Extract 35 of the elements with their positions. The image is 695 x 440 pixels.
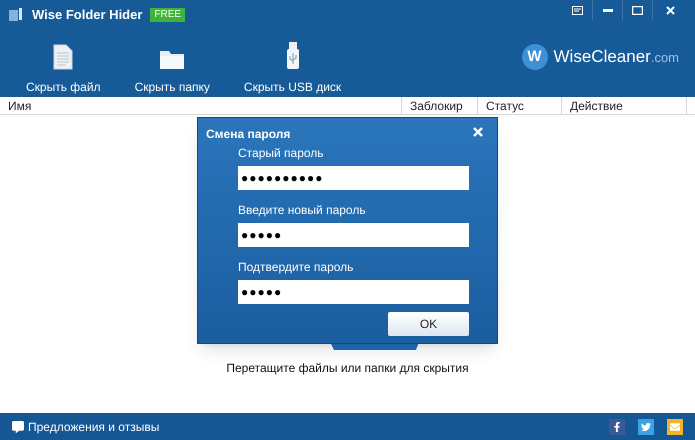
password-field[interactable]: ●●●●●●●●●● bbox=[238, 166, 469, 190]
toolbar-button[interactable]: Скрыть файл bbox=[26, 30, 101, 96]
feedback-link[interactable]: Предложения и отзывы bbox=[28, 418, 160, 436]
free-badge: FREE bbox=[150, 8, 186, 22]
usb-drive-icon bbox=[286, 42, 300, 70]
close-icon bbox=[666, 6, 674, 14]
app-icon bbox=[8, 7, 24, 23]
logo-text: WiseCleaner.com bbox=[554, 46, 679, 68]
maximize-icon bbox=[632, 6, 643, 14]
folder-icon bbox=[159, 48, 186, 70]
column-header[interactable]: Действие bbox=[562, 97, 687, 114]
password-field[interactable]: ●●●●● bbox=[238, 223, 469, 247]
menu-icon bbox=[572, 6, 583, 14]
speech-bubble-icon bbox=[12, 420, 24, 432]
document-icon bbox=[53, 44, 74, 70]
column-header[interactable]: Статус bbox=[478, 97, 562, 114]
close-icon bbox=[473, 127, 483, 137]
ok-button[interactable]: OK bbox=[388, 312, 469, 336]
drop-hint: Перетащите файлы или папки для скрытия bbox=[226, 360, 469, 377]
field-label: Введите новый пароль bbox=[238, 202, 367, 218]
logo-icon: W bbox=[522, 44, 548, 70]
twitter-icon[interactable] bbox=[638, 418, 654, 434]
window-title: Wise Folder Hider bbox=[32, 6, 142, 24]
toolbar-button[interactable]: Скрыть USB диск bbox=[244, 30, 342, 96]
mail-icon[interactable] bbox=[667, 418, 683, 434]
password-field[interactable]: ●●●●● bbox=[238, 280, 469, 304]
close-button[interactable] bbox=[471, 125, 485, 139]
column-header[interactable]: Имя bbox=[0, 97, 402, 114]
field-label: Старый пароль bbox=[238, 145, 325, 161]
toolbar-button[interactable]: Скрыть папку bbox=[134, 30, 210, 96]
facebook-icon[interactable] bbox=[609, 418, 625, 434]
minimize-icon bbox=[602, 8, 612, 12]
dialog-title: Смена пароля bbox=[206, 126, 290, 143]
column-header[interactable]: Заблокир bbox=[402, 97, 478, 114]
field-label: Подтвердите пароль bbox=[238, 259, 354, 275]
